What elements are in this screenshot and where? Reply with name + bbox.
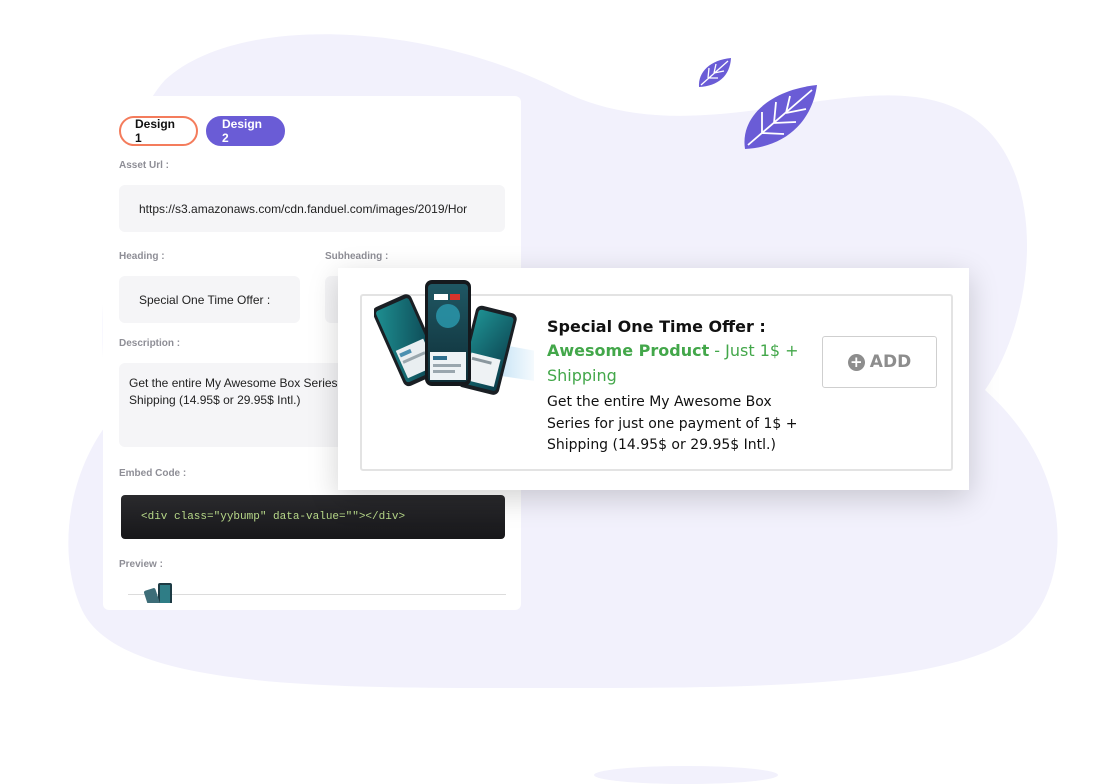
embed-code-block[interactable]: <div class="yybump" data-value=""></div> [121, 495, 505, 539]
offer-product-name: Awesome Product [547, 341, 710, 360]
preview-thumbnail-icon [144, 583, 172, 603]
leaf-icon [698, 58, 731, 87]
subheading-label: Subheading : [325, 251, 389, 262]
leaf-icon [744, 85, 817, 149]
offer-heading: Special One Time Offer : [547, 317, 766, 336]
offer-preview-card: Special One Time Offer : Awesome Product… [338, 268, 969, 490]
description-label: Description : [119, 338, 181, 349]
add-button[interactable]: + ADD [822, 336, 937, 388]
tab-design-2[interactable]: Design 2 [206, 116, 285, 146]
offer-description: Get the entire My Awesome Box Series for… [547, 394, 798, 453]
heading-label: Heading : [119, 251, 165, 262]
embed-code-label: Embed Code : [119, 468, 187, 479]
preview-label: Preview : [119, 559, 163, 570]
heading-input[interactable]: Special One Time Offer : [119, 276, 300, 323]
phones-product-image [374, 280, 534, 395]
offer-text: Special One Time Offer : Awesome Product… [547, 316, 812, 457]
plus-circle-icon: + [847, 353, 865, 371]
offer-subheading: Awesome Product - Just 1$ + Shipping [547, 338, 812, 388]
asset-url-input[interactable]: https://s3.amazonaws.com/cdn.fanduel.com… [119, 185, 505, 232]
offer-box: Special One Time Offer : Awesome Product… [360, 280, 953, 471]
tab-design-1[interactable]: Design 1 [119, 116, 198, 146]
preview-area [128, 583, 506, 610]
add-button-label: ADD [869, 352, 912, 372]
design-tabs: Design 1 Design 2 [119, 116, 285, 146]
asset-url-label: Asset Url : [119, 160, 170, 171]
